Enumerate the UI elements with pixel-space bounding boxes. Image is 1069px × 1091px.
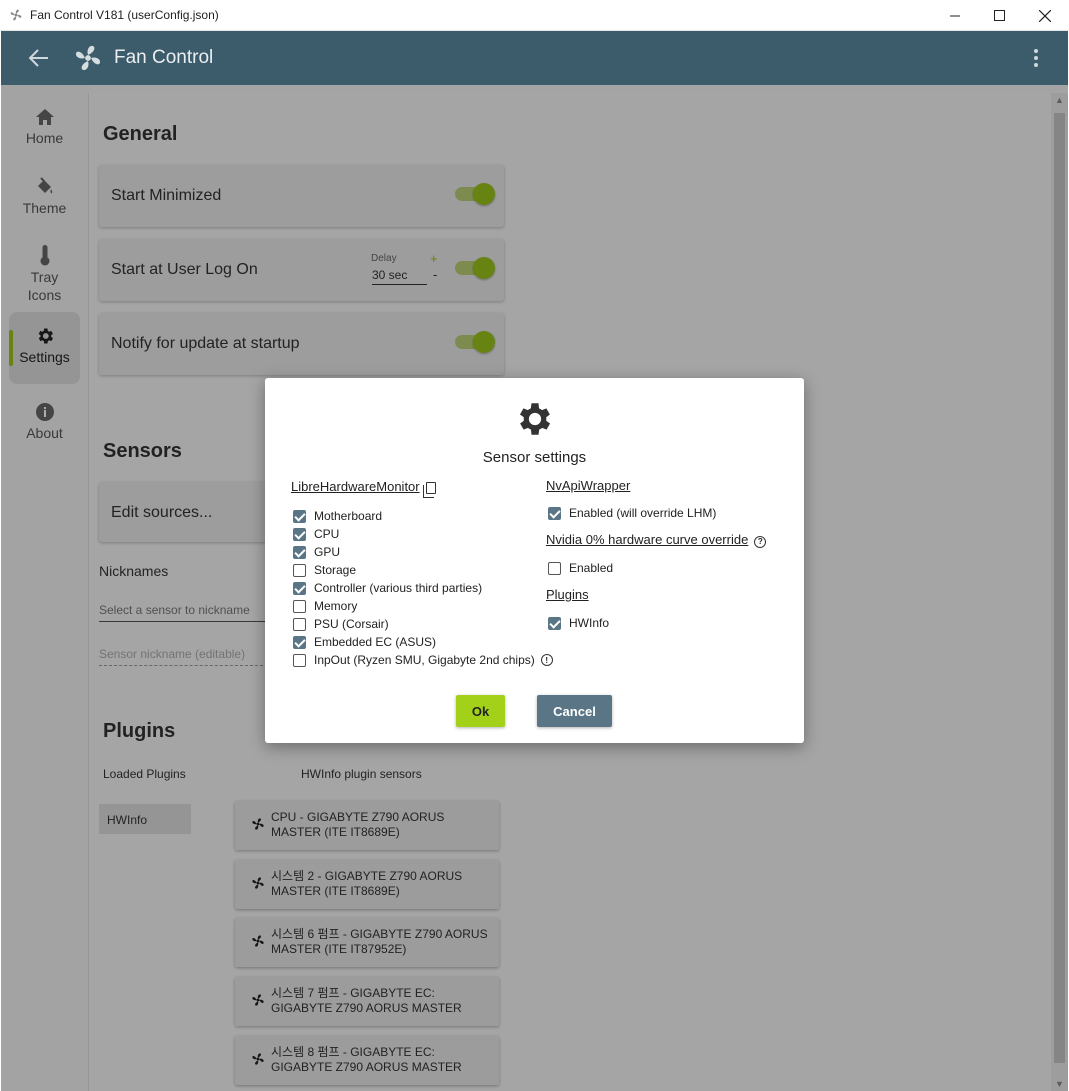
sensor-settings-dialog: Sensor settings LibreHardwareMonitor Mot…	[265, 378, 804, 743]
nvidia-curve-override-label: Nvidia 0% hardware curve override	[546, 532, 749, 547]
more-vert-icon[interactable]	[1025, 46, 1047, 70]
plugins-link[interactable]: Plugins	[546, 587, 589, 602]
lhm-memory-checkbox[interactable]: Memory	[293, 598, 357, 614]
checkbox-unchecked-icon	[293, 617, 306, 631]
nvidia-curve-override-link[interactable]: Nvidia 0% hardware curve override?	[546, 532, 767, 548]
close-button[interactable]	[1022, 0, 1068, 31]
checkbox-unchecked-icon	[293, 599, 306, 613]
nvapiwrapper-link[interactable]: NvApiWrapper	[546, 478, 630, 493]
lhm-gpu-checkbox[interactable]: GPU	[293, 544, 340, 560]
checkbox-label: Controller (various third parties)	[314, 581, 483, 595]
checkbox-label: Storage	[314, 563, 357, 577]
checkbox-checked-icon	[548, 506, 561, 520]
checkbox-checked-icon	[293, 527, 306, 541]
lhm-controller-checkbox[interactable]: Controller (various third parties)	[293, 580, 482, 596]
lhm-inpout-checkbox[interactable]: InpOut (Ryzen SMU, Gigabyte 2nd chips)!	[293, 652, 553, 668]
window-title: Fan Control V181 (userConfig.json)	[30, 8, 219, 22]
checkbox-label: InpOut (Ryzen SMU, Gigabyte 2nd chips)	[314, 653, 535, 667]
checkbox-label: CPU	[314, 527, 340, 541]
maximize-button[interactable]	[976, 0, 1022, 31]
fan-logo-icon	[73, 43, 103, 73]
checkbox-unchecked-icon	[548, 561, 561, 575]
librehardwaremonitor-link[interactable]: LibreHardwareMonitor	[291, 479, 436, 498]
app-header: Fan Control	[1, 31, 1068, 85]
checkbox-checked-icon	[293, 581, 306, 595]
lhm-psu-checkbox[interactable]: PSU (Corsair)	[293, 616, 389, 632]
minimize-button[interactable]	[932, 0, 978, 31]
help-icon[interactable]: ?	[754, 535, 767, 548]
checkbox-label: Embedded EC (ASUS)	[314, 635, 437, 649]
checkbox-label: Enabled	[569, 561, 614, 575]
librehardwaremonitor-link-label: LibreHardwareMonitor	[291, 479, 420, 494]
plugin-hwinfo-checkbox[interactable]: HWInfo	[548, 615, 609, 631]
nvidia-override-enabled-checkbox[interactable]: Enabled	[548, 560, 613, 576]
checkbox-unchecked-icon	[293, 563, 306, 577]
back-arrow-icon[interactable]	[27, 46, 51, 70]
checkbox-unchecked-icon	[293, 653, 306, 667]
app-name: Fan Control	[114, 47, 214, 68]
lhm-storage-checkbox[interactable]: Storage	[293, 562, 356, 578]
nvapi-enabled-checkbox[interactable]: Enabled (will override LHM)	[548, 505, 716, 521]
gear-icon	[514, 398, 556, 440]
checkbox-checked-icon	[548, 616, 561, 630]
checkbox-label: Memory	[314, 599, 358, 613]
cancel-button[interactable]: Cancel	[537, 695, 612, 727]
lhm-cpu-checkbox[interactable]: CPU	[293, 526, 339, 542]
fan-icon	[8, 7, 24, 23]
checkbox-label: PSU (Corsair)	[314, 617, 389, 631]
copy-icon[interactable]	[422, 481, 436, 498]
info-icon[interactable]: !	[540, 654, 553, 666]
checkbox-checked-icon	[293, 635, 306, 649]
ok-button[interactable]: Ok	[456, 695, 505, 727]
lhm-motherboard-checkbox[interactable]: Motherboard	[293, 508, 382, 524]
lhm-embedded-ec-checkbox[interactable]: Embedded EC (ASUS)	[293, 634, 436, 650]
checkbox-label: GPU	[314, 545, 341, 559]
checkbox-checked-icon	[293, 545, 306, 559]
checkbox-label: Motherboard	[314, 509, 383, 523]
checkbox-label: Enabled (will override LHM)	[569, 506, 717, 520]
checkbox-checked-icon	[293, 509, 306, 523]
checkbox-label: HWInfo	[569, 616, 610, 630]
dialog-title: Sensor settings	[482, 449, 587, 466]
window-titlebar: Fan Control V181 (userConfig.json)	[0, 0, 1069, 31]
